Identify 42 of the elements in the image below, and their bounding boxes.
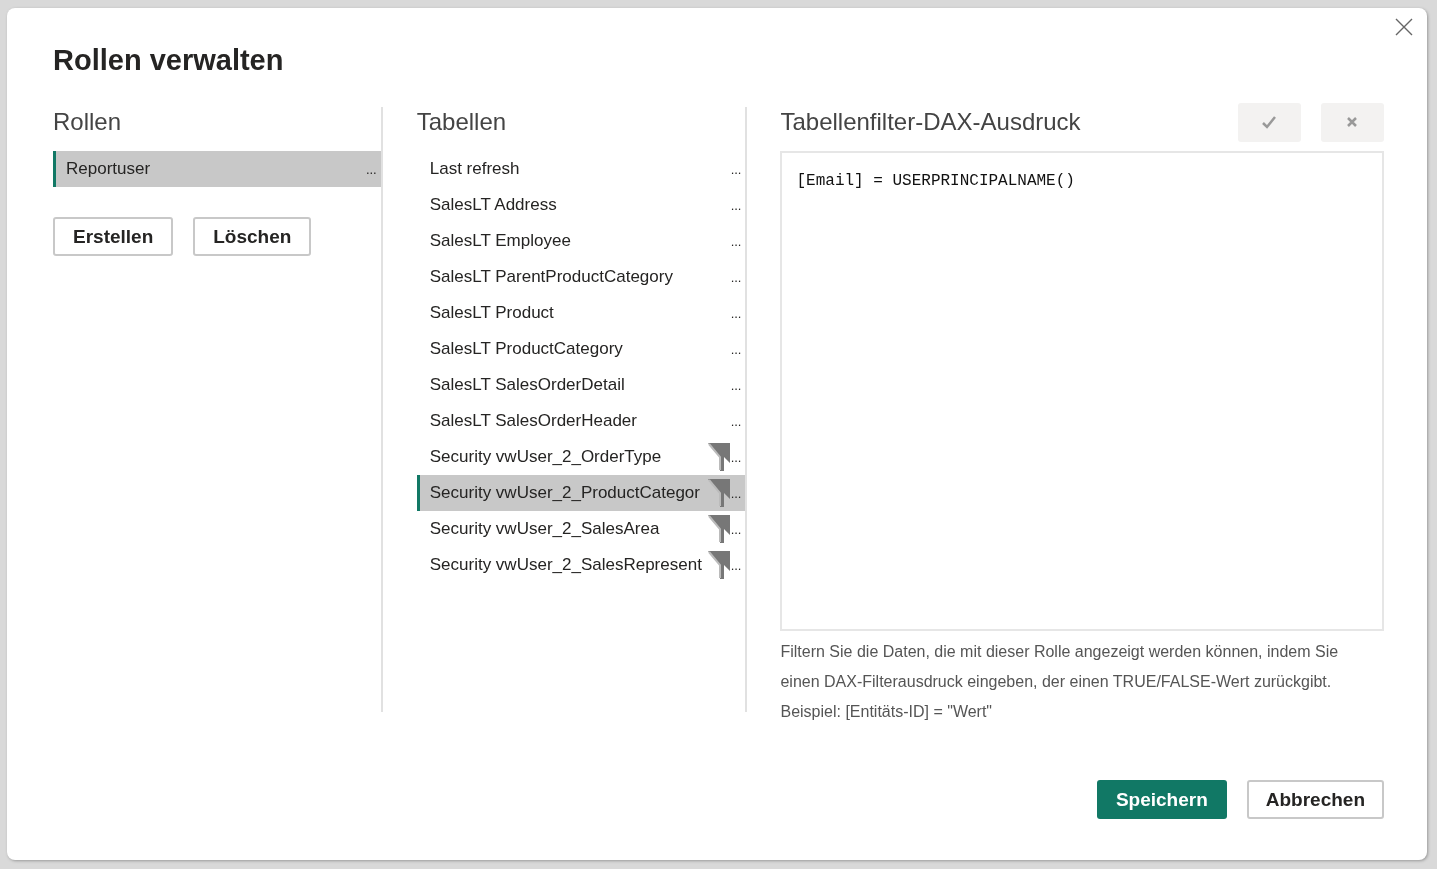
cross-icon [1346,116,1359,128]
more-options[interactable]: ... [730,377,746,393]
more-options[interactable]: ... [730,521,746,537]
checkmark-icon [1261,115,1278,129]
table-item[interactable]: SalesLT SalesOrderDetail ... [416,367,746,403]
table-item[interactable]: SalesLT SalesOrderHeader ... [416,403,746,439]
dax-expression: [Email] = USERPRINCIPALNAME() [796,172,1075,190]
table-item[interactable]: Security vwUser_2_OrderType ... [416,439,746,475]
table-item[interactable]: SalesLT ProductCategory ... [416,331,746,367]
confirm-button[interactable] [1238,102,1301,142]
more-options[interactable]: ... [730,233,746,249]
role-action-button[interactable]: Erstellen [53,217,174,256]
help-text: Filtern Sie die Daten, die mit dieser Rolle angezeigt werden können, indem Sie einen DAX-Filterausdruck eingeben, der einen TRUE/FALSE-Wert zurückgibt. Beispiel: [Entitäts-ID] = "Wert" [780,642,1340,722]
table-item[interactable]: SalesLT Address ... [416,187,746,223]
more-options[interactable]: ... [730,197,746,213]
more-options[interactable]: ... [730,557,746,573]
more-options[interactable]: ... [730,449,746,465]
table-item[interactable]: Security vwUser_2_ProductCategor ... [416,475,746,511]
table-item[interactable]: SalesLT Employee ... [416,223,746,259]
cancel-button[interactable] [1321,102,1384,142]
table-item[interactable]: Security vwUser_2_SalesRepresent ... [416,547,746,583]
section-heading: Rollen [53,107,123,137]
table-item[interactable]: SalesLT ParentProductCategory ... [416,259,746,295]
more-options[interactable]: ... [730,413,746,429]
table-item[interactable]: Last refresh ... [416,151,746,187]
section-heading: Tabellenfilter-DAX-Ausdruck [780,107,1082,137]
table-item[interactable]: SalesLT Product ... [416,295,746,331]
more-options[interactable]: ... [730,485,746,501]
save-button[interactable]: Speichern [1096,780,1227,819]
cancel-dialog-button[interactable]: Abbrechen [1246,780,1384,819]
close-icon[interactable] [1395,18,1413,36]
more-options[interactable]: ... [730,269,746,285]
more-options[interactable]: ... [730,305,746,321]
section-heading: Tabellen [416,107,508,137]
dax-editor[interactable]: [Email] = USERPRINCIPALNAME() [780,151,1384,631]
table-item[interactable]: Security vwUser_2_SalesArea ... [416,511,746,547]
more-options[interactable]: ... [365,161,381,177]
more-options[interactable]: ... [730,341,746,357]
role-item[interactable]: Reportuser ... [53,151,381,187]
more-options[interactable]: ... [730,161,746,177]
dialog-title: Rollen verwalten [53,44,285,77]
role-action-button[interactable]: Löschen [193,217,312,256]
